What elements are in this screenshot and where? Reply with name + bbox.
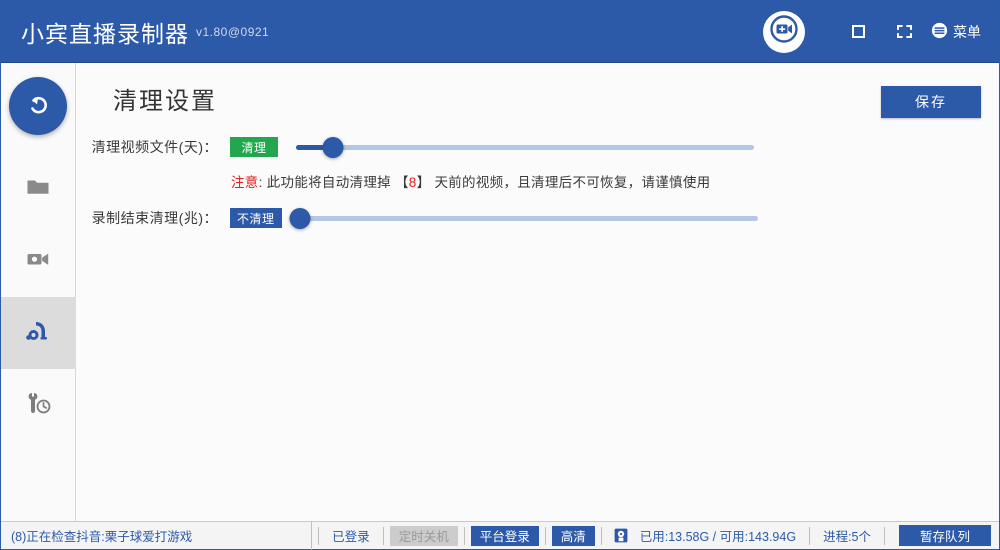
add-recording-button[interactable]: [763, 10, 805, 53]
sidebar-item-recordings[interactable]: [1, 225, 76, 297]
add-video-circle-icon: [769, 14, 799, 49]
menu-label: 菜单: [953, 23, 981, 40]
app-version: v1.80@0921: [196, 24, 270, 39]
warning-days-value: 8: [408, 175, 417, 190]
disk-drive-icon: [614, 528, 628, 543]
cleanup-warning: 注意: 此功能将自动清理掉 【8】 天前的视频，且清理后不可恢复，请谨慎使用: [231, 171, 710, 191]
status-divider: [809, 526, 811, 545]
sidebar-item-folder[interactable]: [1, 153, 76, 225]
cleanup-size-label: 录制结束清理(兆)：: [91, 210, 218, 226]
status-divider: [600, 526, 602, 545]
cleanup-days-slider-track: [296, 144, 754, 150]
sidebar: [0, 63, 76, 521]
cleanup-days-slider-thumb[interactable]: [322, 136, 344, 158]
queue-button[interactable]: 暂存队列: [899, 525, 991, 546]
warning-colon: :: [258, 175, 267, 190]
sidebar-item-tools-schedule[interactable]: [1, 369, 76, 441]
cleanup-size-badge[interactable]: 不清理: [230, 208, 282, 228]
title-bar: 小宾直播录制器 v1.80@0921 菜单: [1, 1, 999, 62]
cleanup-days-badge[interactable]: 清理: [230, 137, 278, 157]
status-message: (8)正在检查抖音:栗子球爱打游戏: [1, 521, 313, 550]
warning-prefix: 注意: [231, 175, 259, 190]
cleanup-days-row: 清理视频文件(天)： 清理: [88, 136, 754, 158]
status-divider: [884, 526, 885, 545]
app-body: 清理设置 保存 清理视频文件(天)： 清理 注意: 此功能将自动清理掉 【8】 …: [0, 62, 999, 521]
status-divider: [544, 526, 546, 545]
scheduled-shutdown-button[interactable]: 定时关机: [389, 525, 458, 546]
vacuum-cleaner-icon: [23, 316, 53, 351]
sidebar-item-cleanup[interactable]: [0, 297, 76, 369]
status-logged-in: 已登录: [332, 530, 370, 544]
dashed-folder-icon: [896, 25, 912, 38]
cleanup-size-slider-track: [299, 215, 758, 221]
cleanup-size-slider-thumb[interactable]: [289, 207, 311, 229]
sidebar-item-back[interactable]: [9, 77, 67, 135]
page-title: 清理设置: [113, 88, 217, 115]
warning-text-1: 此功能将自动清理掉 【: [266, 175, 409, 190]
cleanup-size-row: 录制结束清理(兆)： 不清理: [88, 207, 758, 229]
app-title: 小宾直播录制器: [21, 20, 189, 47]
content-panel: 清理设置 保存 清理视频文件(天)： 清理 注意: 此功能将自动清理掉 【8】 …: [76, 63, 999, 521]
menu-button[interactable]: 菜单: [927, 11, 989, 53]
status-divider: [463, 526, 465, 545]
cleanup-days-slider[interactable]: [296, 136, 754, 158]
hamburger-circle-icon: [931, 22, 948, 42]
back-arrow-icon: [25, 91, 51, 122]
status-bar: (8)正在检查抖音:栗子球爱打游戏 已登录 定时关机 平台登录 高清 已用:13…: [1, 521, 999, 550]
status-divider: [318, 526, 320, 545]
save-button[interactable]: 保存: [881, 86, 981, 118]
app-window: 小宾直播录制器 v1.80@0921 菜单 清理设置 保存 清理视频文件(天)：…: [0, 0, 1000, 550]
video-camera-icon: [25, 246, 51, 277]
folder-icon: [25, 174, 51, 205]
cleanup-days-label: 清理视频文件(天)：: [91, 139, 218, 155]
platform-login-button[interactable]: 平台登录: [470, 525, 539, 546]
maximize-button[interactable]: [835, 11, 881, 53]
square-icon: [851, 25, 865, 38]
cleanup-size-slider[interactable]: [289, 207, 758, 229]
status-divider: [382, 526, 384, 545]
open-folder-button[interactable]: [881, 11, 927, 53]
wrench-clock-icon: [24, 389, 52, 422]
warning-text-2: 】 天前的视频，且清理后不可恢复，请谨慎使用: [416, 175, 711, 190]
quality-button[interactable]: 高清: [551, 525, 595, 546]
title-bar-actions: 菜单: [763, 1, 989, 62]
process-count: 进程:5个: [823, 530, 871, 544]
storage-info: 已用:13.58G / 可用:143.94G: [639, 530, 797, 544]
